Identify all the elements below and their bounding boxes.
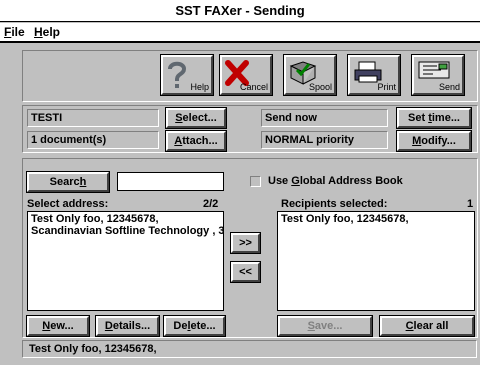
spool-button[interactable]: Spool bbox=[283, 54, 337, 96]
fax-sending-window: SST FAXer - Sending File Help Help Cance… bbox=[0, 0, 480, 365]
question-mark-icon bbox=[168, 61, 187, 88]
recipients-list[interactable]: Test Only foo, 12345678, bbox=[277, 211, 475, 311]
search-button[interactable]: Search bbox=[26, 171, 110, 193]
status-bar: Test Only foo, 12345678, bbox=[22, 340, 477, 358]
menu-help[interactable]: Help bbox=[34, 25, 60, 39]
details-button[interactable]: Details... bbox=[95, 315, 160, 337]
recipients-count: 1 bbox=[467, 198, 474, 210]
add-recipient-button[interactable]: >> bbox=[230, 232, 261, 254]
print-button[interactable]: Print bbox=[347, 54, 401, 96]
clear-all-button[interactable]: Clear all bbox=[379, 315, 475, 337]
modify-button[interactable]: Modify... bbox=[396, 130, 472, 152]
fax-send-icon bbox=[418, 61, 450, 79]
set-time-button[interactable]: Set time... bbox=[396, 107, 472, 129]
recipients-label: Recipients selected: bbox=[281, 198, 388, 210]
send-button[interactable]: Send bbox=[411, 54, 465, 96]
delete-button[interactable]: Delete... bbox=[163, 315, 226, 337]
select-address-count: 2/2 bbox=[203, 198, 219, 210]
global-address-label: Use Global Address Book bbox=[268, 175, 403, 187]
send-time-field: Send now bbox=[261, 109, 388, 127]
menu-bar: File Help bbox=[0, 23, 480, 43]
select-button[interactable]: Select... bbox=[165, 107, 227, 129]
fax-name-field: TESTI bbox=[27, 109, 159, 127]
new-address-button[interactable]: New... bbox=[26, 315, 90, 337]
address-list[interactable]: Test Only foo, 12345678, Scandinavian So… bbox=[27, 211, 224, 311]
document-count-field: 1 document(s) bbox=[27, 131, 159, 149]
remove-recipient-button[interactable]: << bbox=[230, 261, 261, 283]
global-address-checkbox[interactable] bbox=[250, 176, 261, 187]
list-item[interactable]: Test Only foo, 12345678, bbox=[31, 213, 220, 225]
select-address-label: Select address: bbox=[27, 198, 109, 210]
list-item[interactable]: Test Only foo, 12345678, bbox=[281, 213, 471, 225]
window-title: SST FAXer - Sending bbox=[0, 0, 480, 22]
toolbar-panel: Help Cancel Spool Print Send bbox=[22, 50, 478, 102]
search-input[interactable] bbox=[117, 172, 224, 191]
cancel-button[interactable]: Cancel bbox=[219, 54, 273, 96]
save-button[interactable]: Save... bbox=[277, 315, 373, 337]
menu-file[interactable]: File bbox=[4, 25, 25, 39]
help-button[interactable]: Help bbox=[160, 54, 214, 96]
priority-field: NORMAL priority bbox=[261, 131, 388, 149]
attach-button[interactable]: Attach... bbox=[165, 130, 227, 152]
list-item[interactable]: Scandinavian Softline Technology , 3 bbox=[31, 225, 223, 237]
